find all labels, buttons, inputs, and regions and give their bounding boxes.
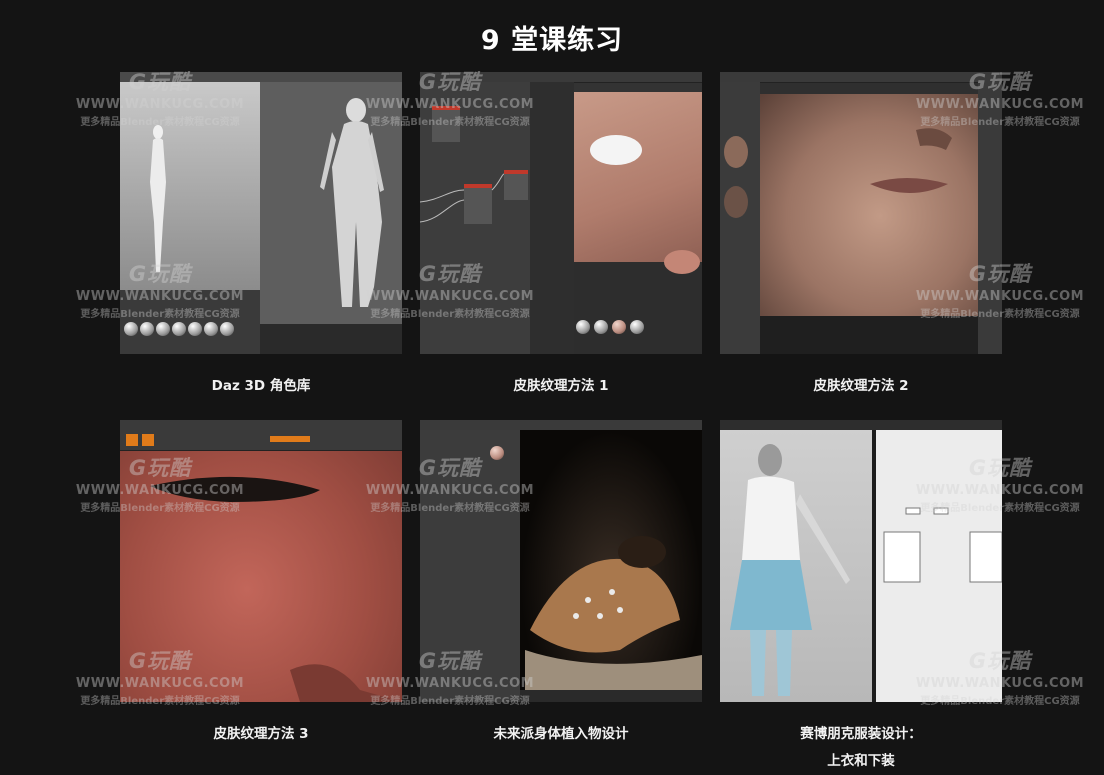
thumbnail-skin-method-2 xyxy=(720,72,1002,354)
card-daz3d[interactable]: Daz 3D 角色库 xyxy=(120,72,402,400)
thumbnail-daz3d xyxy=(120,72,402,354)
figure-model-icon xyxy=(150,98,384,307)
card-caption: 赛博朋克服装设计： 上衣和下装 xyxy=(720,721,1002,775)
card-skin-method-1[interactable]: 皮肤纹理方法 1 xyxy=(420,72,702,400)
page-title: 9 堂课练习 xyxy=(480,25,624,56)
thumbnail-skin-method-1 xyxy=(420,72,702,354)
card-body-implant-design[interactable]: 未来派身体植入物设计 xyxy=(420,420,702,748)
card-caption: 皮肤纹理方法 2 xyxy=(813,378,909,394)
face-closeup-icon xyxy=(724,128,952,218)
card-skin-method-3[interactable]: 皮肤纹理方法 3 xyxy=(120,420,402,748)
card-cyberpunk-clothing[interactable]: 赛博朋克服装设计： 上衣和下装 xyxy=(720,420,1002,775)
thumbnail-body-implant-design xyxy=(420,420,702,702)
node-graph-icon xyxy=(420,106,700,274)
eye-closeup-icon xyxy=(150,476,402,702)
card-caption-line1: 赛博朋克服装设计： xyxy=(800,726,922,742)
card-caption-line2: 上衣和下装 xyxy=(827,753,895,769)
thumbnail-skin-method-3 xyxy=(120,420,402,702)
figure-back-icon xyxy=(525,536,702,690)
card-caption: 皮肤纹理方法 3 xyxy=(213,726,309,742)
card-caption: 皮肤纹理方法 1 xyxy=(513,378,609,394)
card-skin-method-2[interactable]: 皮肤纹理方法 2 xyxy=(720,72,1002,400)
card-caption: Daz 3D 角色库 xyxy=(211,378,311,394)
thumbnail-cyberpunk-clothing xyxy=(720,420,1002,702)
card-caption: 未来派身体植入物设计 xyxy=(493,726,629,742)
garment-pattern-icon xyxy=(730,444,1002,696)
